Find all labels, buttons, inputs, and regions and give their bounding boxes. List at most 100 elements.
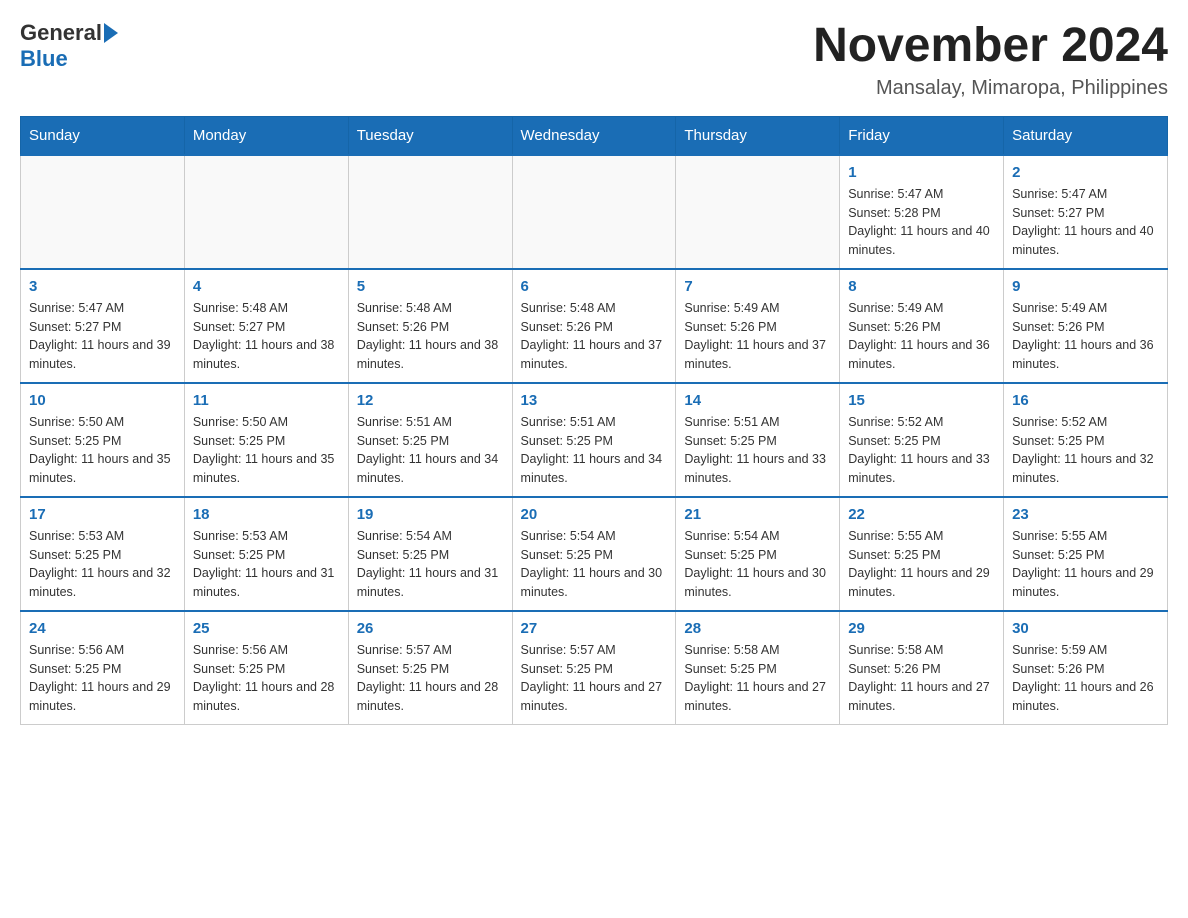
table-row: 14 Sunrise: 5:51 AM Sunset: 5:25 PM Dayli…	[676, 383, 840, 497]
table-row: 26 Sunrise: 5:57 AM Sunset: 5:25 PM Dayli…	[348, 611, 512, 725]
day-number: 5	[357, 278, 504, 295]
day-number: 3	[29, 278, 176, 295]
day-number: 8	[848, 278, 995, 295]
month-title: November 2024	[813, 20, 1168, 73]
day-number: 18	[193, 506, 340, 523]
table-row: 8 Sunrise: 5:49 AM Sunset: 5:26 PM Daylig…	[840, 269, 1004, 383]
day-info: Sunrise: 5:48 AM Sunset: 5:26 PM Dayligh…	[521, 299, 668, 374]
day-info: Sunrise: 5:50 AM Sunset: 5:25 PM Dayligh…	[193, 413, 340, 488]
calendar-week-row: 10 Sunrise: 5:50 AM Sunset: 5:25 PM Dayli…	[21, 383, 1168, 497]
day-number: 29	[848, 620, 995, 637]
table-row: 11 Sunrise: 5:50 AM Sunset: 5:25 PM Dayli…	[184, 383, 348, 497]
day-number: 24	[29, 620, 176, 637]
day-number: 2	[1012, 164, 1159, 181]
day-number: 27	[521, 620, 668, 637]
day-number: 30	[1012, 620, 1159, 637]
day-number: 21	[684, 506, 831, 523]
table-row: 25Sunrise: 5:56 AM Sunset: 5:25 PM Dayli…	[184, 611, 348, 725]
day-info: Sunrise: 5:47 AM Sunset: 5:28 PM Dayligh…	[848, 185, 995, 260]
table-row: 22 Sunrise: 5:55 AM Sunset: 5:25 PM Dayli…	[840, 497, 1004, 611]
table-row	[348, 155, 512, 269]
day-info: Sunrise: 5:49 AM Sunset: 5:26 PM Dayligh…	[1012, 299, 1159, 374]
day-number: 12	[357, 392, 504, 409]
title-section: November 2024 Mansalay, Mimaropa, Philip…	[813, 20, 1168, 100]
col-tuesday: Tuesday	[348, 116, 512, 155]
day-number: 9	[1012, 278, 1159, 295]
day-info: Sunrise: 5:53 AM Sunset: 5:25 PM Dayligh…	[193, 527, 340, 602]
day-info: Sunrise: 5:52 AM Sunset: 5:25 PM Dayligh…	[1012, 413, 1159, 488]
table-row: 19 Sunrise: 5:54 AM Sunset: 5:25 PM Dayli…	[348, 497, 512, 611]
table-row: 15Sunrise: 5:52 AM Sunset: 5:25 PM Dayli…	[840, 383, 1004, 497]
day-info: Sunrise: 5:58 AM Sunset: 5:25 PM Dayligh…	[684, 641, 831, 716]
calendar-header-row: Sunday Monday Tuesday Wednesday Thursday…	[21, 116, 1168, 155]
day-info: Sunrise: 5:51 AM Sunset: 5:25 PM Dayligh…	[357, 413, 504, 488]
day-info: Sunrise: 5:49 AM Sunset: 5:26 PM Dayligh…	[848, 299, 995, 374]
day-number: 11	[193, 392, 340, 409]
day-info: Sunrise: 5:55 AM Sunset: 5:25 PM Dayligh…	[1012, 527, 1159, 602]
col-saturday: Saturday	[1004, 116, 1168, 155]
day-number: 28	[684, 620, 831, 637]
day-number: 13	[521, 392, 668, 409]
day-number: 17	[29, 506, 176, 523]
day-info: Sunrise: 5:54 AM Sunset: 5:25 PM Dayligh…	[357, 527, 504, 602]
day-info: Sunrise: 5:57 AM Sunset: 5:25 PM Dayligh…	[357, 641, 504, 716]
logo-general-text: General	[20, 20, 102, 46]
table-row: 29Sunrise: 5:58 AM Sunset: 5:26 PM Dayli…	[840, 611, 1004, 725]
table-row: 27 Sunrise: 5:57 AM Sunset: 5:25 PM Dayli…	[512, 611, 676, 725]
day-info: Sunrise: 5:52 AM Sunset: 5:25 PM Dayligh…	[848, 413, 995, 488]
calendar-week-row: 24Sunrise: 5:56 AM Sunset: 5:25 PM Dayli…	[21, 611, 1168, 725]
day-number: 22	[848, 506, 995, 523]
day-info: Sunrise: 5:53 AM Sunset: 5:25 PM Dayligh…	[29, 527, 176, 602]
page-header: General Blue November 2024 Mansalay, Mim…	[20, 20, 1168, 100]
day-info: Sunrise: 5:50 AM Sunset: 5:25 PM Dayligh…	[29, 413, 176, 488]
table-row: 5 Sunrise: 5:48 AM Sunset: 5:26 PM Daylig…	[348, 269, 512, 383]
day-info: Sunrise: 5:55 AM Sunset: 5:25 PM Dayligh…	[848, 527, 995, 602]
day-number: 4	[193, 278, 340, 295]
day-number: 6	[521, 278, 668, 295]
table-row: 23 Sunrise: 5:55 AM Sunset: 5:25 PM Dayli…	[1004, 497, 1168, 611]
col-thursday: Thursday	[676, 116, 840, 155]
table-row: 4 Sunrise: 5:48 AM Sunset: 5:27 PM Daylig…	[184, 269, 348, 383]
col-sunday: Sunday	[21, 116, 185, 155]
table-row: 2 Sunrise: 5:47 AM Sunset: 5:27 PM Daylig…	[1004, 155, 1168, 269]
day-number: 1	[848, 164, 995, 181]
day-number: 7	[684, 278, 831, 295]
logo: General Blue	[20, 20, 120, 72]
day-number: 25	[193, 620, 340, 637]
table-row: 3Sunrise: 5:47 AM Sunset: 5:27 PM Daylig…	[21, 269, 185, 383]
day-number: 10	[29, 392, 176, 409]
table-row: 20Sunrise: 5:54 AM Sunset: 5:25 PM Dayli…	[512, 497, 676, 611]
col-wednesday: Wednesday	[512, 116, 676, 155]
table-row: 18 Sunrise: 5:53 AM Sunset: 5:25 PM Dayli…	[184, 497, 348, 611]
calendar-table: Sunday Monday Tuesday Wednesday Thursday…	[20, 116, 1168, 725]
table-row: 10 Sunrise: 5:50 AM Sunset: 5:25 PM Dayli…	[21, 383, 185, 497]
table-row	[676, 155, 840, 269]
day-number: 23	[1012, 506, 1159, 523]
day-number: 26	[357, 620, 504, 637]
table-row: 28 Sunrise: 5:58 AM Sunset: 5:25 PM Dayli…	[676, 611, 840, 725]
day-number: 16	[1012, 392, 1159, 409]
table-row: 30Sunrise: 5:59 AM Sunset: 5:26 PM Dayli…	[1004, 611, 1168, 725]
day-number: 19	[357, 506, 504, 523]
table-row: 21 Sunrise: 5:54 AM Sunset: 5:25 PM Dayli…	[676, 497, 840, 611]
table-row: 12 Sunrise: 5:51 AM Sunset: 5:25 PM Dayli…	[348, 383, 512, 497]
day-info: Sunrise: 5:51 AM Sunset: 5:25 PM Dayligh…	[521, 413, 668, 488]
table-row	[184, 155, 348, 269]
table-row: 7Sunrise: 5:49 AM Sunset: 5:26 PM Daylig…	[676, 269, 840, 383]
table-row	[512, 155, 676, 269]
day-info: Sunrise: 5:48 AM Sunset: 5:27 PM Dayligh…	[193, 299, 340, 374]
location-title: Mansalay, Mimaropa, Philippines	[813, 77, 1168, 100]
table-row	[21, 155, 185, 269]
day-info: Sunrise: 5:57 AM Sunset: 5:25 PM Dayligh…	[521, 641, 668, 716]
day-info: Sunrise: 5:48 AM Sunset: 5:26 PM Dayligh…	[357, 299, 504, 374]
logo-blue-text: Blue	[20, 46, 68, 71]
day-number: 20	[521, 506, 668, 523]
calendar-week-row: 3Sunrise: 5:47 AM Sunset: 5:27 PM Daylig…	[21, 269, 1168, 383]
day-info: Sunrise: 5:47 AM Sunset: 5:27 PM Dayligh…	[1012, 185, 1159, 260]
day-number: 14	[684, 392, 831, 409]
day-info: Sunrise: 5:51 AM Sunset: 5:25 PM Dayligh…	[684, 413, 831, 488]
col-monday: Monday	[184, 116, 348, 155]
col-friday: Friday	[840, 116, 1004, 155]
table-row: 9 Sunrise: 5:49 AM Sunset: 5:26 PM Daylig…	[1004, 269, 1168, 383]
day-info: Sunrise: 5:54 AM Sunset: 5:25 PM Dayligh…	[684, 527, 831, 602]
